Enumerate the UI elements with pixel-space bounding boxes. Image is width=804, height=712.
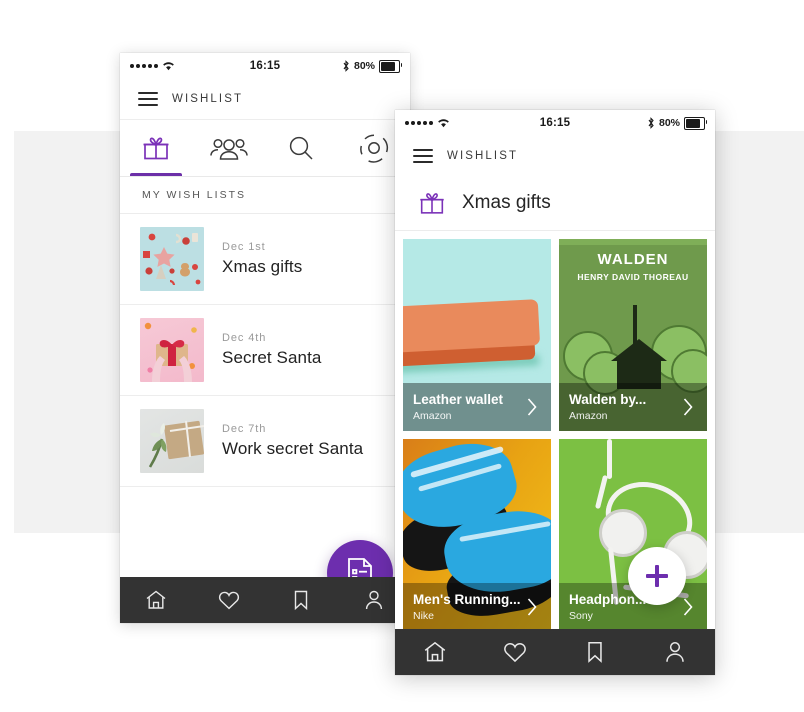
xmas-flatlay-thumbnail — [140, 227, 204, 291]
nav-likes[interactable] — [502, 639, 528, 665]
wifi-icon — [162, 61, 175, 71]
status-bar-front: 16:15 80% — [395, 110, 715, 136]
book-cover-author: HENRY DAVID THOREAU — [577, 272, 689, 282]
list-item-text: Dec 1st Xmas gifts — [222, 241, 302, 277]
bottom-nav-front — [395, 629, 715, 675]
list-item-date: Dec 7th — [222, 423, 267, 435]
list-item-date: Dec 4th — [222, 332, 267, 344]
tab-active-indicator — [130, 173, 183, 176]
product-brand: Sony — [569, 609, 593, 622]
product-caption: Men's Running... Nike — [403, 583, 551, 631]
nav-home[interactable] — [144, 588, 168, 612]
people-icon — [209, 134, 249, 162]
book-cover-title: WALDEN — [597, 251, 669, 268]
section-header-my-wish-lists: MY WISH LISTS — [120, 177, 410, 214]
status-bar-back: 16:15 80% — [120, 53, 410, 79]
tab-bar — [120, 120, 410, 177]
battery-icon — [379, 59, 403, 73]
list-item-text: Dec 4th Secret Santa — [222, 332, 321, 368]
product-brand: Nike — [413, 609, 435, 622]
product-brand: Amazon — [569, 409, 608, 422]
list-item-date: Dec 1st — [222, 241, 266, 253]
nav-profile[interactable] — [662, 639, 688, 665]
list-item[interactable]: Dec 7th Work secret Santa — [120, 396, 410, 487]
hamburger-menu-icon[interactable] — [138, 91, 158, 107]
bluetooth-icon — [342, 60, 350, 72]
product-name: Walden by... — [569, 392, 647, 408]
product-card[interactable]: Headphon... Sony — [559, 439, 707, 631]
product-name: Men's Running... — [413, 592, 521, 608]
search-icon — [286, 133, 316, 163]
battery-icon — [684, 116, 708, 130]
chevron-right-icon[interactable] — [523, 397, 541, 417]
chevron-right-icon[interactable] — [523, 597, 541, 617]
nav-profile[interactable] — [362, 588, 386, 612]
plus-icon — [646, 565, 668, 587]
tab-gifts[interactable] — [120, 120, 193, 176]
product-caption: Walden by... Amazon — [559, 383, 707, 431]
gift-icon — [140, 132, 172, 164]
phone-screen-xmas-gifts: 16:15 80% WISHLIST Xmas gifts Leather wa… — [395, 110, 715, 675]
status-right-group: 80% — [342, 59, 403, 73]
list-title-row: Xmas gifts — [395, 176, 715, 231]
app-bar-back: WISHLIST — [120, 79, 410, 120]
gift-icon — [417, 188, 447, 218]
nav-saved[interactable] — [582, 639, 608, 665]
nav-home[interactable] — [422, 639, 448, 665]
tab-search[interactable] — [265, 120, 338, 176]
product-card[interactable]: Men's Running... Nike — [403, 439, 551, 631]
list-item-title: Secret Santa — [222, 348, 322, 367]
phone-screen-wishlists: 16:15 80% WISHLIST MY WISH LISTS Dec 1st… — [120, 53, 410, 623]
product-card[interactable]: WALDEN HENRY DAVID THOREAU Walden by... … — [559, 239, 707, 431]
battery-percent: 80% — [658, 117, 680, 129]
product-caption: Leather wallet Amazon — [403, 383, 551, 431]
wifi-icon — [437, 118, 450, 128]
list-item[interactable]: Dec 4th Secret Santa — [120, 305, 410, 396]
app-brand-front: WISHLIST — [447, 150, 519, 162]
status-right-group: 80% — [647, 116, 708, 130]
nav-saved[interactable] — [289, 588, 313, 612]
list-item[interactable]: Dec 1st Xmas gifts — [120, 214, 410, 305]
product-card[interactable]: Leather wallet Amazon — [403, 239, 551, 431]
gift-hands-thumbnail — [140, 318, 204, 382]
add-item-fab[interactable] — [628, 547, 686, 605]
signal-dots-icon — [405, 121, 433, 125]
chevron-right-icon[interactable] — [679, 397, 697, 417]
chevron-right-icon[interactable] — [679, 597, 697, 617]
status-signal-group — [130, 61, 175, 71]
list-item-title: Work secret Santa — [222, 439, 364, 458]
bottom-nav-back — [120, 577, 410, 623]
hamburger-menu-icon[interactable] — [413, 148, 433, 164]
app-bar-front: WISHLIST — [395, 136, 715, 176]
nav-likes[interactable] — [217, 588, 241, 612]
tab-friends[interactable] — [193, 120, 266, 176]
product-name: Leather wallet — [413, 392, 504, 408]
page-title: Xmas gifts — [462, 192, 551, 213]
gear-icon — [359, 133, 389, 163]
battery-percent: 80% — [353, 60, 375, 72]
signal-dots-icon — [130, 64, 158, 68]
list-item-title: Xmas gifts — [222, 257, 303, 276]
status-signal-group — [405, 118, 450, 128]
list-item-text: Dec 7th Work secret Santa — [222, 423, 363, 459]
app-brand-back: WISHLIST — [172, 93, 244, 105]
kraft-gift-thumbnail — [140, 409, 204, 473]
product-brand: Amazon — [413, 409, 452, 422]
bluetooth-icon — [647, 117, 655, 129]
